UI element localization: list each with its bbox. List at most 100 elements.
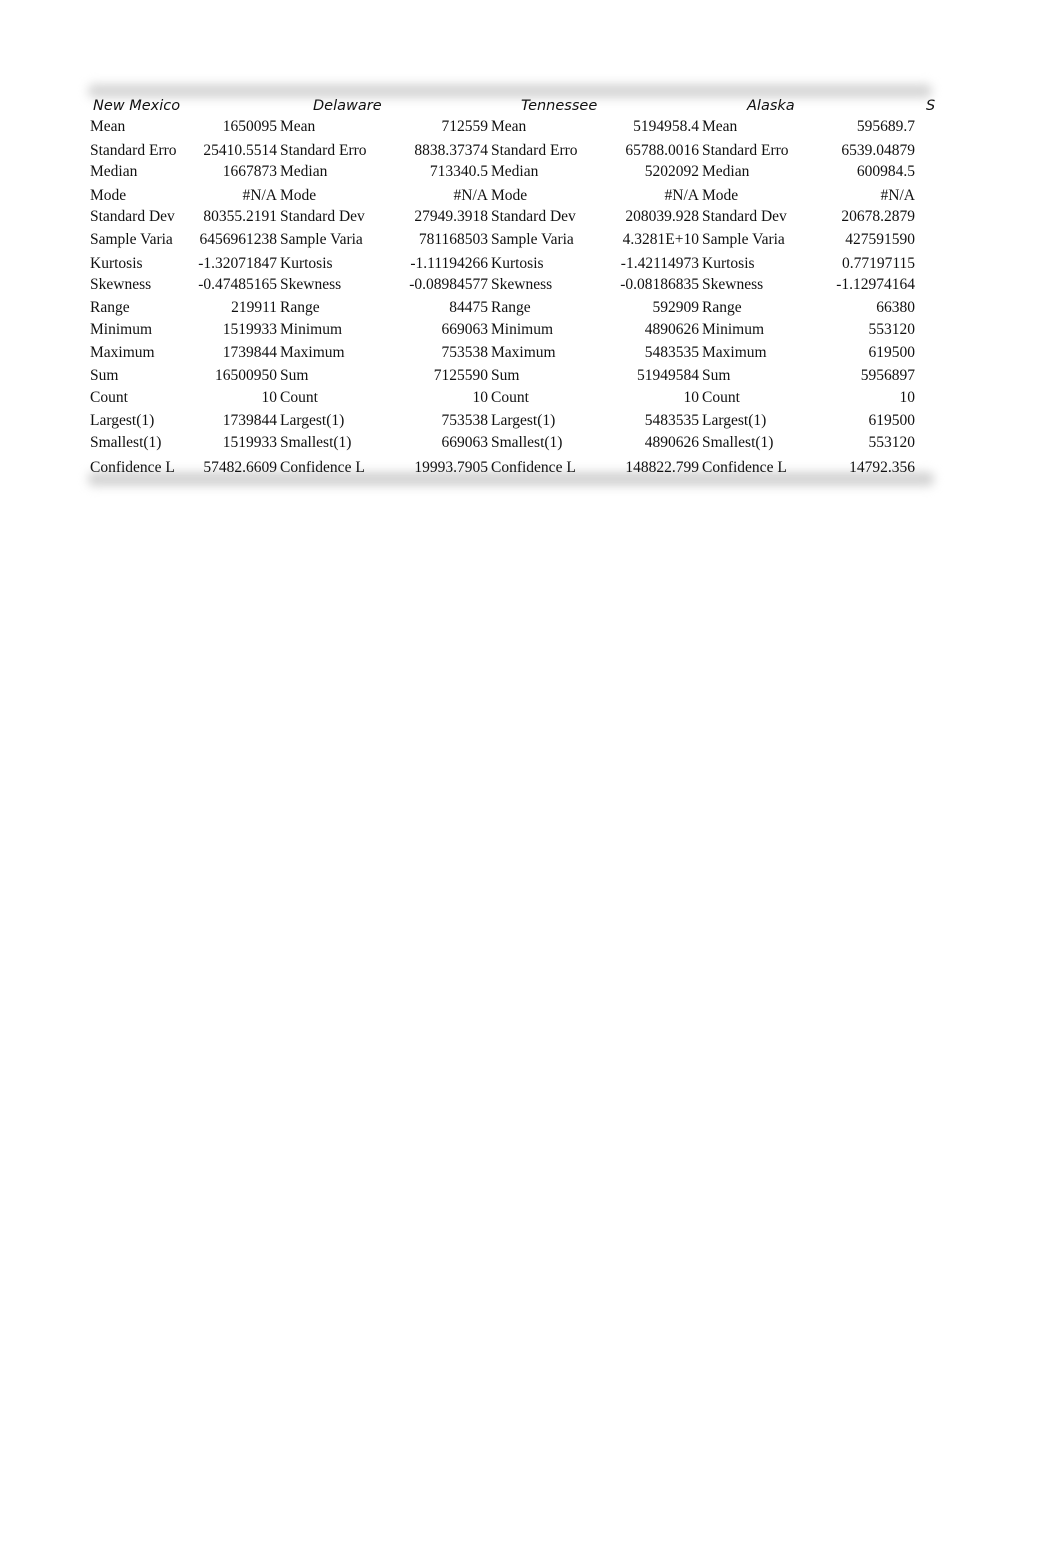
row-label: Minimum [702,321,765,338]
row-value: 84475 [449,299,488,316]
row-label: Confidence L [280,459,365,476]
row-value: 1739844 [222,344,277,361]
row-label: Confidence L [90,459,175,476]
row-label: Sample Varia [702,231,785,248]
row-label: Sum [280,367,309,384]
row-value: 4890626 [644,321,699,338]
row-label: Standard Dev [491,208,576,225]
row-label: Median [702,163,750,180]
row-value: -1.11194266 [410,255,488,272]
row-value: #N/A [453,187,488,204]
row-value: 781168503 [418,231,488,248]
row-label: Sample Varia [280,231,363,248]
row-label: Maximum [90,344,155,361]
row-label: Largest(1) [491,412,556,429]
row-label: Mode [491,187,528,204]
table-row: Minimum 1519933 Minimum 669063 Minimum 489062… [0,320,1062,340]
row-label: Count [491,389,529,406]
column-header: S [926,98,936,114]
row-value: 592909 [652,299,700,316]
row-label: Sample Varia [90,231,173,248]
table-row: Kurtosis -1.32071847 Kurtosis -1.11194266 Ku… [0,254,1062,274]
row-value: 4890626 [644,434,699,451]
table-row: Mean 1650095 Mean 712559 Mean 5194958.4 Mean 59… [0,117,1062,137]
row-label: Smallest(1) [90,434,162,451]
table-row: Skewness -0.47485165 Skewness -0.08984577 Sk… [0,275,1062,295]
row-value: 5194958.4 [633,118,699,135]
row-label: Standard Erro [702,142,789,159]
table-row: Confidence L 57482.6609 Confidence L 19993.… [0,458,1062,478]
table-row: Range 219911 Range 84475 Range 592909 Range 663… [0,298,1062,318]
row-value: 10 [899,389,916,406]
row-value: 148822.799 [625,459,699,476]
row-label: Maximum [702,344,767,361]
table-row: Standard Dev 80355.2191 Standard Dev 27949.… [0,207,1062,227]
row-label: Count [280,389,318,406]
row-label: Count [90,389,128,406]
row-value: 619500 [868,344,916,361]
row-value: 20678.2879 [841,208,915,225]
row-value: 8838.37374 [414,142,488,159]
row-value: -1.32071847 [198,255,277,272]
row-label: Confidence L [491,459,576,476]
row-value: 712559 [441,118,489,135]
row-label: Median [491,163,539,180]
row-value: 600984.5 [856,163,915,180]
row-label: Maximum [491,344,556,361]
row-value: -0.08984577 [409,276,488,293]
row-label: Mode [280,187,317,204]
row-label: Smallest(1) [280,434,352,451]
row-label: Mode [90,187,127,204]
row-value: 1519933 [222,434,277,451]
row-value: 219911 [231,299,277,316]
row-label: Maximum [280,344,345,361]
row-value: 10 [472,389,489,406]
table-row: Largest(1) 1739844 Largest(1) 753538 Largest… [0,411,1062,431]
row-label: Sum [702,367,731,384]
row-value: 10 [683,389,700,406]
row-label: Kurtosis [491,255,544,272]
row-value: -1.42114973 [620,255,699,272]
row-value: 553120 [868,434,916,451]
row-label: Standard Erro [90,142,177,159]
row-value: 553120 [868,321,916,338]
row-value: 5483535 [644,344,699,361]
row-label: Sum [90,367,119,384]
row-label: Range [280,299,320,316]
row-value: 51949584 [637,367,699,384]
row-value: 65788.0016 [625,142,699,159]
row-value: 6456961238 [199,231,278,248]
row-value: 208039.928 [625,208,699,225]
row-label: Range [702,299,742,316]
row-label: Median [90,163,138,180]
row-value: #N/A [664,187,699,204]
column-header-row: New Mexico Delaware Tennessee Alaska S [0,96,1062,116]
row-label: Range [90,299,130,316]
row-label: Skewness [702,276,764,293]
row-label: Range [491,299,531,316]
row-value: 1667873 [222,163,277,180]
column-header: Delaware [313,98,382,114]
row-label: Median [280,163,328,180]
row-value: 427591590 [845,231,915,248]
row-value: 5956897 [860,367,915,384]
row-label: Mode [702,187,739,204]
row-value: 669063 [441,321,489,338]
row-value: 4.3281E+10 [622,231,699,248]
row-label: Count [702,389,740,406]
row-label: Standard Erro [280,142,367,159]
row-value: 66380 [876,299,915,316]
row-label: Standard Dev [90,208,175,225]
row-label: Smallest(1) [491,434,563,451]
row-value: 619500 [868,412,916,429]
row-label: Sum [491,367,520,384]
row-label: Mean [491,118,527,135]
table-row: Smallest(1) 1519933 Smallest(1) 669063 Small… [0,433,1062,453]
table-row: Sum 16500950 Sum 7125590 Sum 51949584 Sum 59568… [0,366,1062,386]
row-value: #N/A [880,187,915,204]
column-header: Tennessee [521,98,598,114]
row-label: Skewness [90,276,152,293]
row-value: 10 [261,389,278,406]
row-label: Standard Dev [702,208,787,225]
row-label: Largest(1) [702,412,767,429]
